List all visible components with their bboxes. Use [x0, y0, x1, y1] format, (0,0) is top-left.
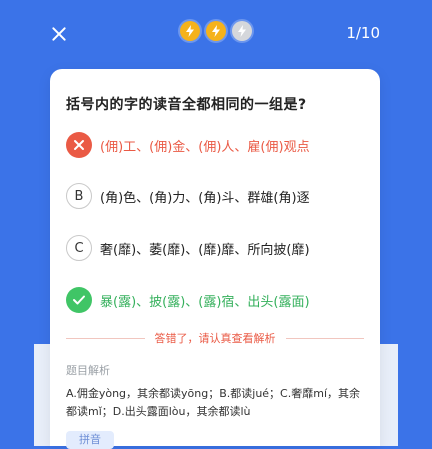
question-progress: 1/10: [346, 24, 380, 42]
option-b-letter: B: [66, 183, 92, 209]
option-a[interactable]: (佣)工、(佣)金、(佣)人、雇(佣)观点: [66, 131, 366, 159]
option-d-text: 暴(露)、披(露)、(露)宿、出头(露面): [100, 294, 310, 310]
pinyin-tag[interactable]: 拼音: [66, 431, 114, 449]
close-icon: [66, 132, 92, 158]
lightning-icon: [232, 21, 252, 41]
option-b-text: (角)色、(角)力、(角)斗、群雄(角)逐: [100, 190, 310, 206]
close-icon[interactable]: [45, 20, 73, 48]
option-c-text: 奢(靡)、萎(靡)、(靡)靡、所向披(靡): [100, 242, 310, 258]
option-c[interactable]: C 奢(靡)、萎(靡)、(靡)靡、所向披(靡): [66, 234, 366, 262]
check-icon: [66, 287, 92, 313]
option-b[interactable]: B (角)色、(角)力、(角)斗、群雄(角)逐: [66, 182, 366, 210]
option-d[interactable]: 暴(露)、披(露)、(露)宿、出头(露面): [66, 286, 366, 314]
divider: [66, 337, 145, 339]
lightning-icon: [206, 21, 226, 41]
option-a-text: (佣)工、(佣)金、(佣)人、雇(佣)观点: [100, 139, 310, 155]
option-c-letter: C: [66, 235, 92, 261]
divider: [285, 337, 364, 339]
feedback-text: 答错了，请认真查看解析: [154, 332, 276, 345]
header: 1/10: [0, 0, 432, 68]
analysis-title: 题目解析: [66, 364, 110, 377]
question-card: 括号内的字的读音全都相同的一组是? (佣)工、(佣)金、(佣)人、雇(佣)观点 …: [50, 69, 380, 449]
feedback-row: 答错了，请认真查看解析: [66, 330, 364, 346]
question-text: 括号内的字的读音全都相同的一组是?: [66, 97, 307, 113]
lightning-icon: [180, 21, 200, 41]
energy-indicator: [180, 21, 252, 41]
analysis-text: A.佣金yòng，其余都读yōng；B.都读jué；C.奢靡mí，其余都读mǐ；…: [66, 387, 361, 418]
